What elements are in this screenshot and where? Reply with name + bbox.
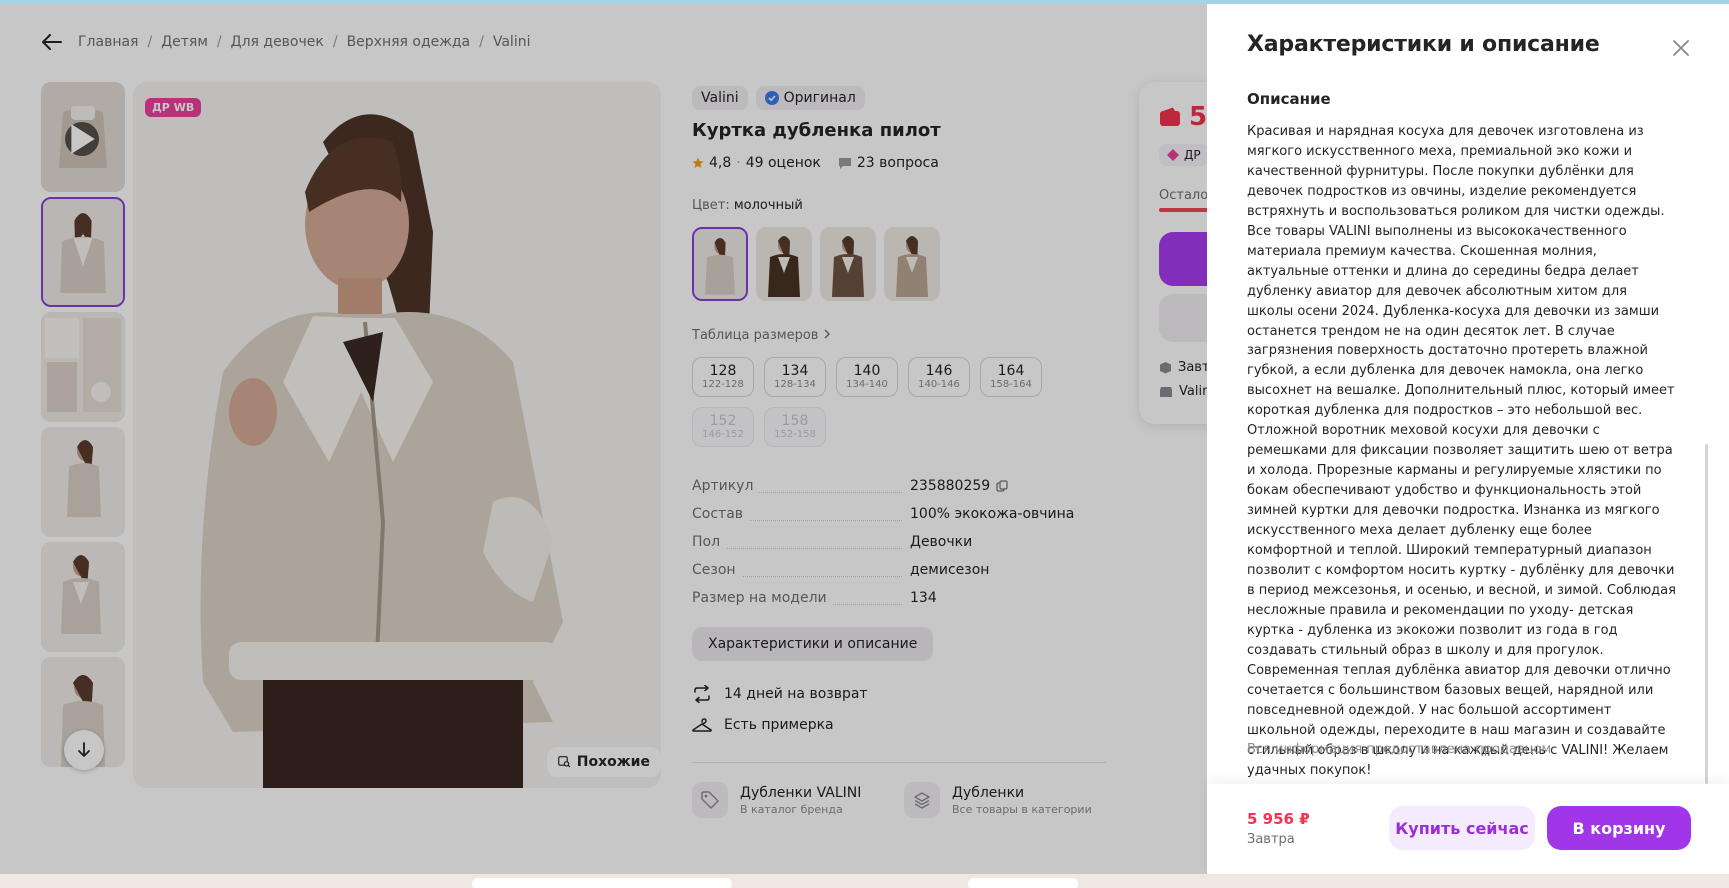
modal-backdrop[interactable]	[0, 4, 1207, 874]
taskbar-item[interactable]	[472, 878, 732, 888]
footer-delivery: Завтра	[1247, 832, 1295, 847]
buy-now-button[interactable]: Купить сейчас	[1389, 806, 1535, 850]
close-icon[interactable]	[1667, 34, 1695, 62]
taskbar-item[interactable]	[968, 878, 1078, 888]
description-text: Красивая и нарядная косуха для девочек и…	[1247, 124, 1676, 778]
panel-footer: 5 956 ₽ Завтра Купить сейчас В корзину	[1207, 784, 1729, 874]
add-to-cart-button[interactable]: В корзину	[1547, 806, 1691, 850]
taskbar-strip	[0, 874, 1729, 888]
specs-side-panel: Характеристики и описание Описание Краси…	[1207, 4, 1729, 874]
footer-price: 5 956 ₽	[1247, 810, 1310, 828]
seller-info-note: Вся информация предоставлена продавцом	[1247, 742, 1552, 757]
description-heading: Описание	[1247, 90, 1331, 108]
product-page: Главная / Детям / Для девочек / Верхняя …	[0, 4, 1729, 874]
panel-scrollbar[interactable]	[1705, 444, 1708, 784]
panel-title: Характеристики и описание	[1247, 32, 1600, 57]
